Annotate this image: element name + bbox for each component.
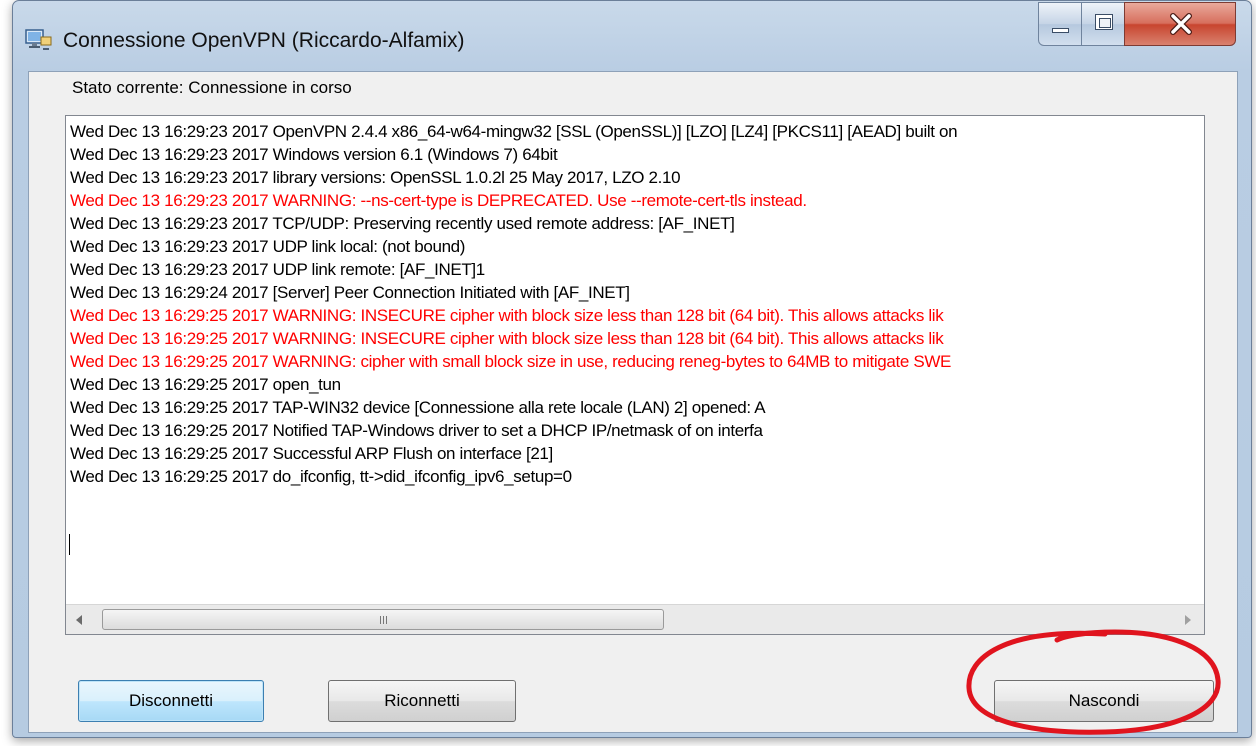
reconnect-button[interactable]: Riconnetti — [328, 680, 516, 722]
disconnect-button[interactable]: Disconnetti — [78, 680, 264, 722]
log-line-warning: Wed Dec 13 16:29:25 2017 WARNING: cipher… — [70, 352, 952, 371]
window-title: Connessione OpenVPN (Riccardo-Alfamix) — [63, 29, 465, 52]
scroll-left-arrow-icon[interactable] — [76, 615, 82, 625]
log-line: Wed Dec 13 16:29:25 2017 Successful ARP … — [70, 444, 553, 463]
openvpn-connection-window: Connessione OpenVPN (Riccardo-Alfamix) S… — [12, 0, 1252, 738]
openvpn-monitor-icon — [25, 29, 52, 50]
log-textbox[interactable]: Wed Dec 13 16:29:23 2017 OpenVPN 2.4.4 x… — [65, 115, 1205, 635]
log-line: Wed Dec 13 16:29:23 2017 Windows version… — [70, 145, 558, 164]
hide-button[interactable]: Nascondi — [994, 680, 1214, 722]
title-bar[interactable]: Connessione OpenVPN (Riccardo-Alfamix) — [13, 1, 1251, 73]
log-line: Wed Dec 13 16:29:23 2017 OpenVPN 2.4.4 x… — [70, 122, 958, 141]
connection-status-label: Stato corrente: Connessione in corso — [72, 78, 352, 97]
log-line: Wed Dec 13 16:29:25 2017 TAP-WIN32 devic… — [70, 398, 766, 417]
log-lines: Wed Dec 13 16:29:23 2017 OpenVPN 2.4.4 x… — [70, 120, 1202, 488]
log-line: Wed Dec 13 16:29:25 2017 do_ifconfig, tt… — [70, 467, 572, 486]
log-line: Wed Dec 13 16:29:25 2017 Notified TAP-Wi… — [70, 421, 763, 440]
log-line-warning: Wed Dec 13 16:29:25 2017 WARNING: INSECU… — [70, 306, 944, 325]
scrollbar-grip-icon — [380, 616, 381, 624]
scroll-right-arrow-icon[interactable] — [1185, 615, 1191, 625]
horizontal-scrollbar[interactable] — [66, 604, 1204, 634]
minimize-icon — [1052, 28, 1069, 33]
log-line: Wed Dec 13 16:29:23 2017 TCP/UDP: Preser… — [70, 214, 735, 233]
dialog-client-area: Stato corrente: Connessione in corso Wed… — [28, 71, 1238, 733]
maximize-icon — [1095, 14, 1113, 30]
maximize-button[interactable] — [1081, 2, 1125, 46]
close-button[interactable] — [1124, 2, 1236, 46]
log-line-warning: Wed Dec 13 16:29:25 2017 WARNING: INSECU… — [70, 329, 944, 348]
text-caret — [69, 534, 70, 555]
minimize-button[interactable] — [1038, 2, 1082, 46]
log-line: Wed Dec 13 16:29:25 2017 open_tun — [70, 375, 341, 394]
scrollbar-thumb[interactable] — [102, 609, 664, 630]
log-line: Wed Dec 13 16:29:23 2017 UDP link remote… — [70, 260, 485, 279]
log-line-warning: Wed Dec 13 16:29:23 2017 WARNING: --ns-c… — [70, 191, 807, 210]
log-line: Wed Dec 13 16:29:24 2017 [Server] Peer C… — [70, 283, 630, 302]
log-line: Wed Dec 13 16:29:23 2017 library version… — [70, 168, 681, 187]
log-line: Wed Dec 13 16:29:23 2017 UDP link local:… — [70, 237, 466, 256]
close-icon — [1170, 13, 1192, 35]
